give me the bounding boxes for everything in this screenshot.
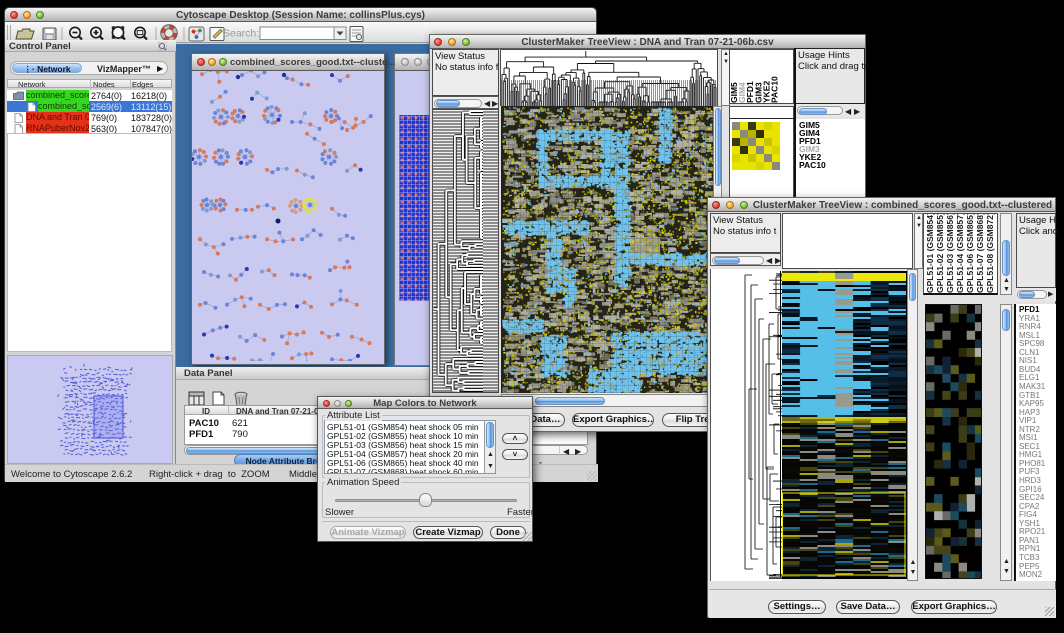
svg-text:GPL51-01 (GSM854): GPL51-01 (GSM854) xyxy=(925,214,935,293)
svg-text:GPL51-06 (GSM865): GPL51-06 (GSM865) xyxy=(965,214,975,293)
svg-text:GPL51-08 (GSM872): GPL51-08 (GSM872) xyxy=(985,214,995,293)
svg-text:GPL51-02 (GSM855): GPL51-02 (GSM855) xyxy=(935,214,945,293)
svg-text:Search:: Search: xyxy=(223,28,259,40)
svg-text:GPL51-03 (GSM856): GPL51-03 (GSM856) xyxy=(945,214,955,293)
svg-text:GPL51-04 (GSM857): GPL51-04 (GSM857) xyxy=(955,214,965,293)
svg-text:GPL51-07 (GSM868): GPL51-07 (GSM868) xyxy=(975,214,985,293)
svg-text:PAC10: PAC10 xyxy=(770,76,780,103)
